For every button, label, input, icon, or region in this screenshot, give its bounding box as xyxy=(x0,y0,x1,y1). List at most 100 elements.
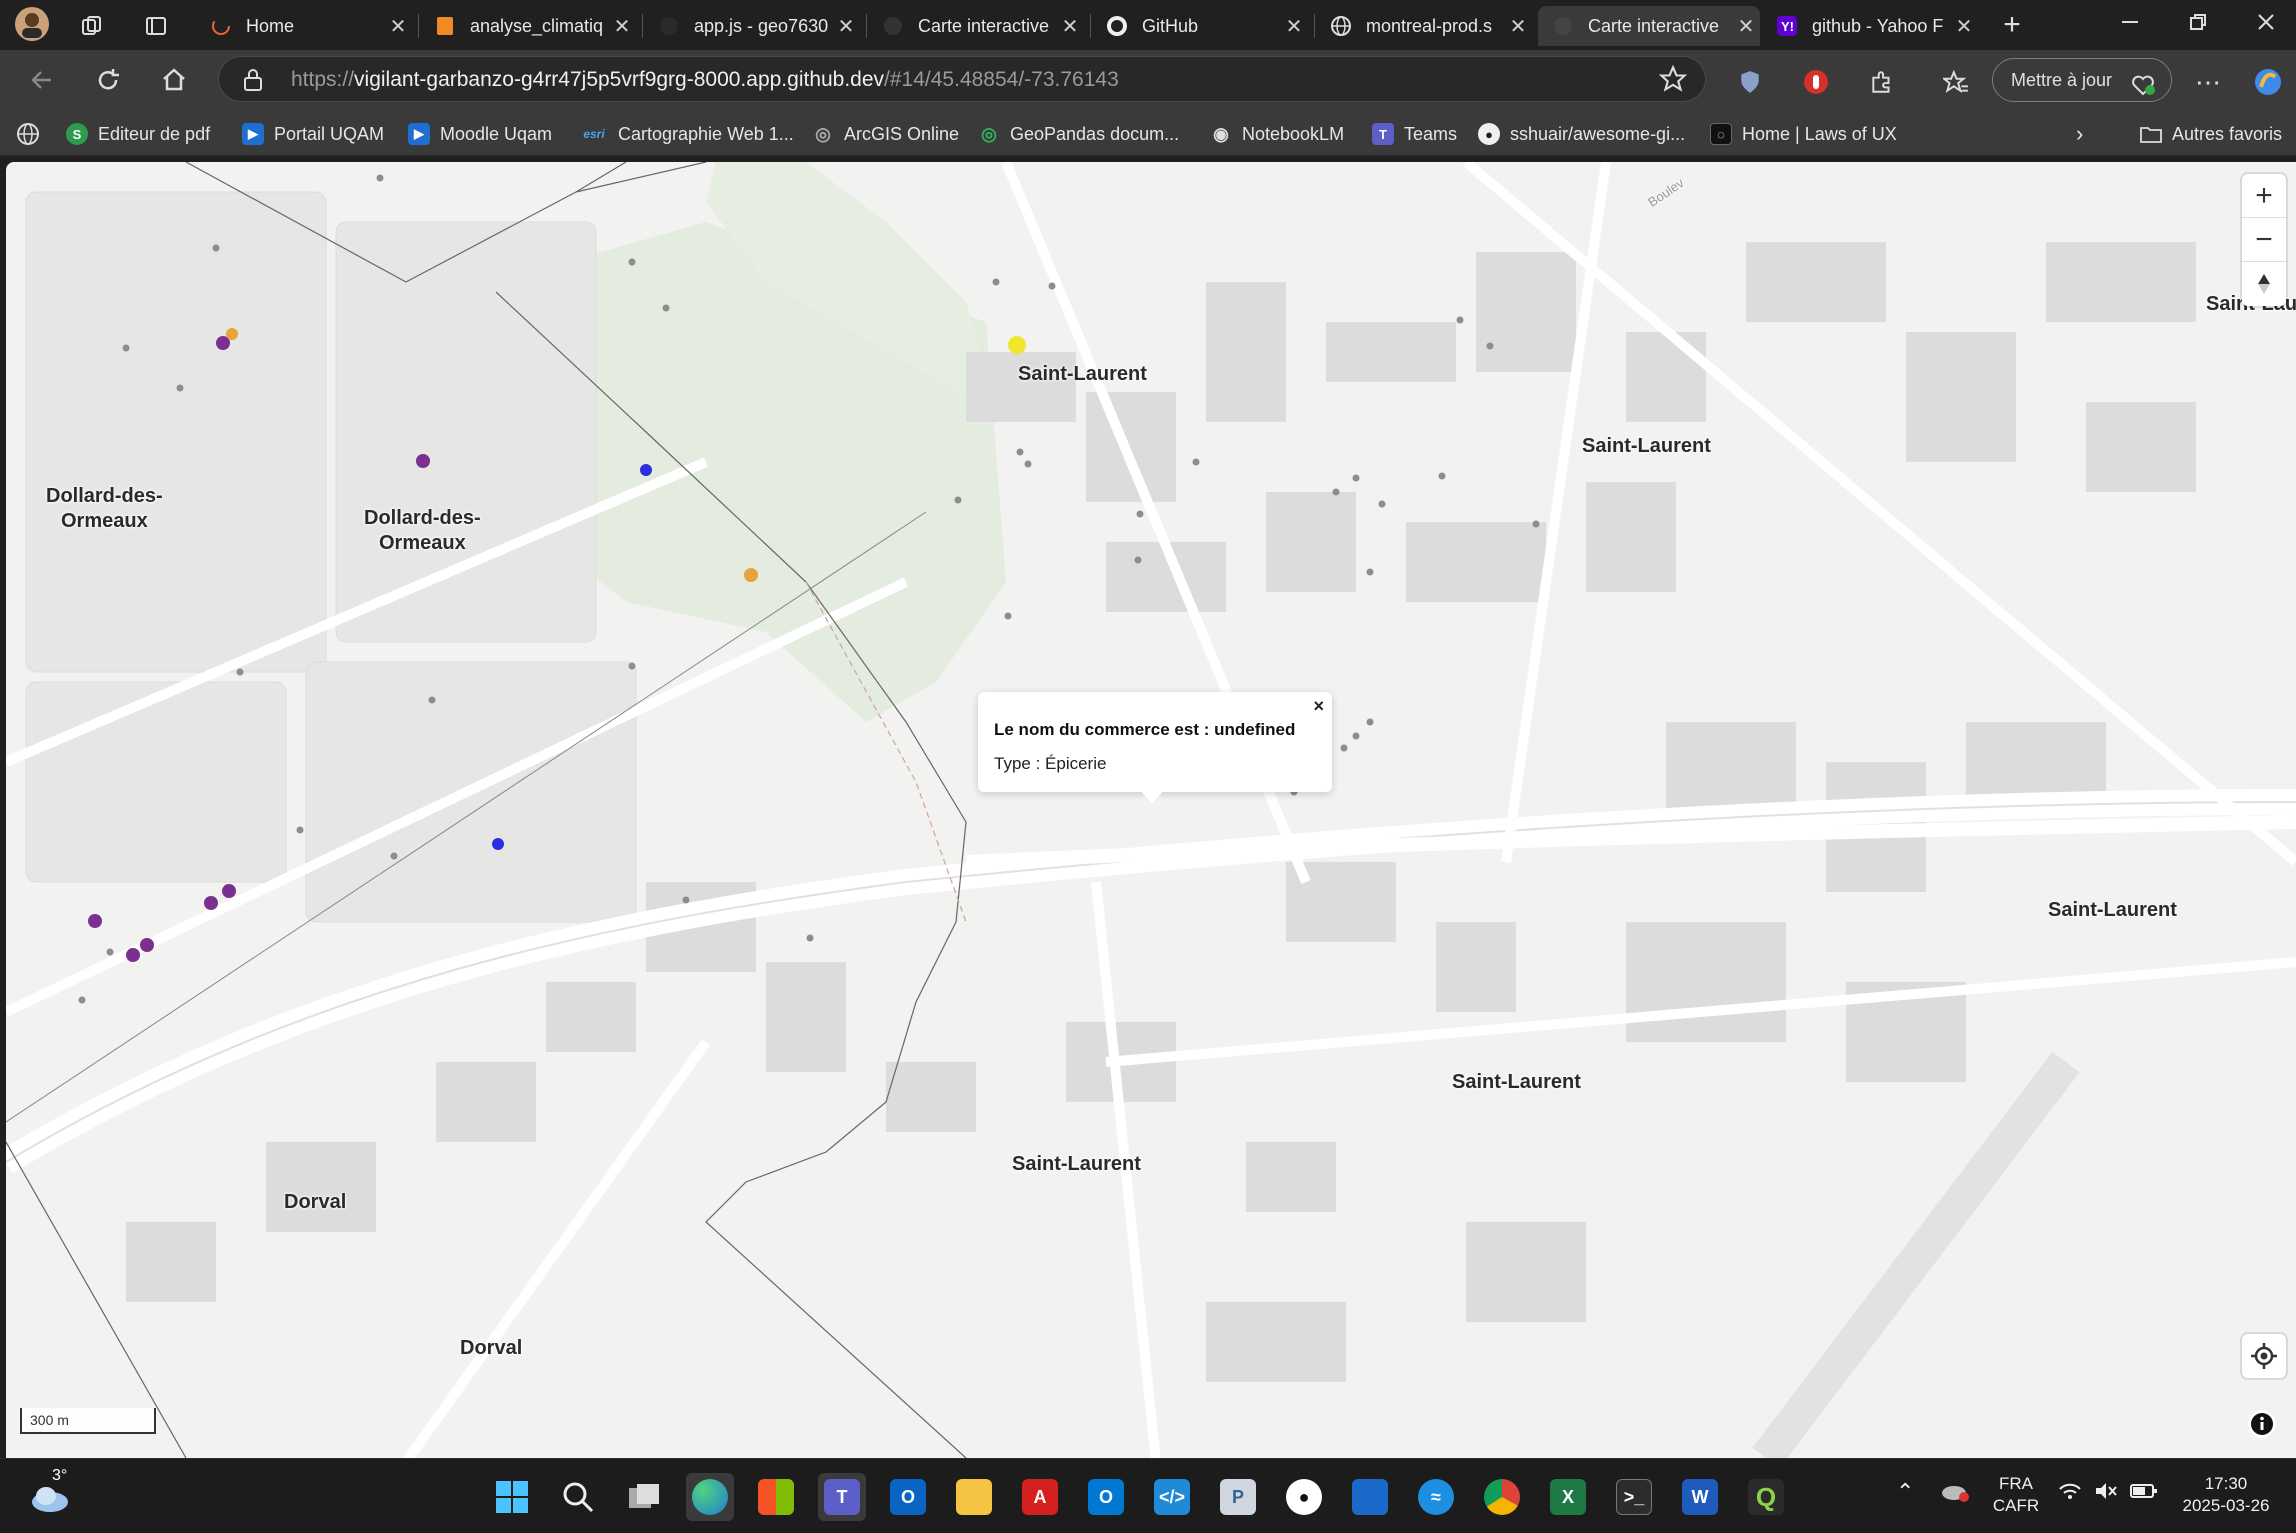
bookmark-arcgis-online[interactable]: ◎ ArcGIS Online xyxy=(812,120,959,148)
bookmark-editeur-pdf[interactable]: S Editeur de pdf xyxy=(66,120,210,148)
extensions-puzzle-icon[interactable] xyxy=(1864,64,1900,100)
bookmark-notebooklm[interactable]: ◉ NotebookLM xyxy=(1210,120,1344,148)
tab-montreal-prod[interactable]: montreal-prod.s ✕ xyxy=(1316,6,1532,46)
start-button[interactable] xyxy=(488,1473,536,1521)
map-marker-blue[interactable] xyxy=(640,464,652,476)
map-marker-yellow[interactable] xyxy=(1008,336,1026,354)
close-tab-icon[interactable]: ✕ xyxy=(1732,14,1760,39)
workspaces-icon[interactable] xyxy=(72,6,112,46)
tab-app-js[interactable]: app.js - geo7630 ✕ xyxy=(644,6,860,46)
volume-muted-icon[interactable] xyxy=(2094,1481,2118,1507)
tab-github[interactable]: GitHub ✕ xyxy=(1092,6,1308,46)
map-marker-blue[interactable] xyxy=(492,838,504,850)
tab-carte-interactive-1[interactable]: Carte interactive ✕ xyxy=(868,6,1084,46)
info-attribution-icon[interactable] xyxy=(2248,1410,2276,1438)
close-tab-icon[interactable]: ✕ xyxy=(1950,14,1978,39)
taskbar-postgresql[interactable]: P xyxy=(1214,1473,1262,1521)
taskbar-qgis[interactable]: Q xyxy=(1742,1473,1790,1521)
taskbar-word[interactable]: W xyxy=(1676,1473,1724,1521)
taskbar-file-explorer[interactable] xyxy=(950,1473,998,1521)
search-button[interactable] xyxy=(554,1473,602,1521)
geolocate-button[interactable] xyxy=(2242,1334,2286,1378)
update-button[interactable]: Mettre à jour xyxy=(1992,58,2172,102)
tab-analyse-climatique[interactable]: analyse_climatiq ✕ xyxy=(420,6,636,46)
clock[interactable]: 17:30 2025-03-26 xyxy=(2176,1473,2276,1517)
battery-icon[interactable] xyxy=(2130,1481,2158,1507)
vscode-icon: </> xyxy=(1154,1479,1190,1515)
home-icon[interactable] xyxy=(154,60,194,100)
tab-label: Carte interactive xyxy=(1588,15,1720,36)
close-tab-icon[interactable]: ✕ xyxy=(832,14,860,39)
map-marker-purple[interactable] xyxy=(204,896,218,910)
taskbar-terminal[interactable]: >_ xyxy=(1610,1473,1658,1521)
map-marker-purple[interactable] xyxy=(416,454,430,468)
tab-actions-icon[interactable] xyxy=(136,6,176,46)
zoom-in-button[interactable]: + xyxy=(2242,174,2286,218)
profile-avatar[interactable] xyxy=(12,4,52,44)
close-tab-icon[interactable]: ✕ xyxy=(1504,14,1532,39)
taskbar-docker[interactable]: ≈ xyxy=(1412,1473,1460,1521)
compass-icon[interactable] xyxy=(2242,262,2286,306)
new-tab-button[interactable]: + xyxy=(1982,8,2042,42)
map-marker-purple[interactable] xyxy=(222,884,236,898)
language-indicator[interactable]: FRA CAFR xyxy=(1990,1473,2042,1517)
refresh-icon[interactable] xyxy=(88,60,128,100)
map-canvas[interactable]: Saint-Laurent Saint-Laurent Saint-Lau Do… xyxy=(6,162,2296,1458)
taskbar-teams[interactable]: T xyxy=(818,1473,866,1521)
taskbar-store[interactable] xyxy=(752,1473,800,1521)
taskbar-acrobat[interactable]: A xyxy=(1016,1473,1064,1521)
tab-home[interactable]: Home ✕ xyxy=(196,6,412,46)
bookmark-globe-icon[interactable] xyxy=(16,120,40,148)
tab-yahoo[interactable]: Y! github - Yahoo F ✕ xyxy=(1762,6,1978,46)
adblock-extension-icon[interactable] xyxy=(1798,64,1834,100)
favorites-icon[interactable] xyxy=(1938,64,1974,100)
task-view-button[interactable] xyxy=(620,1473,668,1521)
restore-icon[interactable] xyxy=(2168,8,2228,42)
bookmark-geopandas[interactable]: ◎ GeoPandas docum... xyxy=(978,120,1179,148)
onedrive-icon[interactable] xyxy=(1940,1479,1970,1509)
more-options-icon[interactable]: ⋯ xyxy=(2190,64,2226,100)
close-tab-icon[interactable]: ✕ xyxy=(1280,14,1308,39)
map-marker-purple[interactable] xyxy=(88,914,102,928)
bookmark-laws-of-ux[interactable]: ◌ Home | Laws of UX xyxy=(1710,120,1897,148)
url-scheme: https:// xyxy=(291,68,355,91)
bookmark-teams[interactable]: T Teams xyxy=(1372,120,1457,148)
bookmark-label: Home | Laws of UX xyxy=(1742,123,1897,144)
map-marker-orange[interactable] xyxy=(744,568,758,582)
favorite-star-icon[interactable] xyxy=(1655,61,1691,97)
taskbar-outlook[interactable]: O xyxy=(1082,1473,1130,1521)
close-tab-icon[interactable]: ✕ xyxy=(384,14,412,39)
map-marker-orange[interactable] xyxy=(226,328,238,340)
bookmark-moodle-uqam[interactable]: ▶ Moodle Uqam xyxy=(408,120,552,148)
close-tab-icon[interactable]: ✕ xyxy=(1056,14,1084,39)
taskbar-outlook-new[interactable]: O xyxy=(884,1473,932,1521)
taskbar-excel[interactable]: X xyxy=(1544,1473,1592,1521)
bookmark-portail-uqam[interactable]: ▶ Portail UQAM xyxy=(242,120,384,148)
shield-extension-icon[interactable] xyxy=(1732,64,1768,100)
lock-icon[interactable] xyxy=(241,67,267,93)
copilot-icon[interactable] xyxy=(2250,64,2286,100)
weather-widget[interactable]: 3° xyxy=(22,1467,78,1521)
chevron-right-icon[interactable]: › xyxy=(2076,120,2083,148)
bookmark-cartographie-web[interactable]: esri Cartographie Web 1... xyxy=(580,120,793,148)
taskbar-github-desktop[interactable]: ● xyxy=(1280,1473,1328,1521)
address-bar[interactable]: https://vigilant-garbanzo-g4rr47j5p5vrf9… xyxy=(218,56,1706,102)
taskbar-app-blue[interactable] xyxy=(1346,1473,1394,1521)
zoom-out-button[interactable]: − xyxy=(2242,218,2286,262)
other-bookmarks[interactable]: Autres favoris xyxy=(2140,120,2282,148)
tab-carte-interactive-active[interactable]: Carte interactive ✕ xyxy=(1538,6,1760,46)
minimize-icon[interactable] xyxy=(2100,8,2160,42)
taskbar-edge[interactable] xyxy=(686,1473,734,1521)
close-tab-icon[interactable]: ✕ xyxy=(608,14,636,39)
map-marker-purple[interactable] xyxy=(140,938,154,952)
map-marker-purple[interactable] xyxy=(126,948,140,962)
show-hidden-icons-chevron-icon[interactable]: ⌃ xyxy=(1896,1481,1914,1503)
close-window-icon[interactable] xyxy=(2236,8,2296,42)
bookmark-awesome-gis[interactable]: ● sshuair/awesome-gi... xyxy=(1478,120,1685,148)
taskbar-chrome[interactable] xyxy=(1478,1473,1526,1521)
back-icon[interactable] xyxy=(22,60,62,100)
wifi-icon[interactable] xyxy=(2058,1481,2082,1507)
pdf-editor-icon: S xyxy=(66,123,88,145)
popup-close-button[interactable]: × xyxy=(1313,696,1324,717)
taskbar-vscode[interactable]: </> xyxy=(1148,1473,1196,1521)
